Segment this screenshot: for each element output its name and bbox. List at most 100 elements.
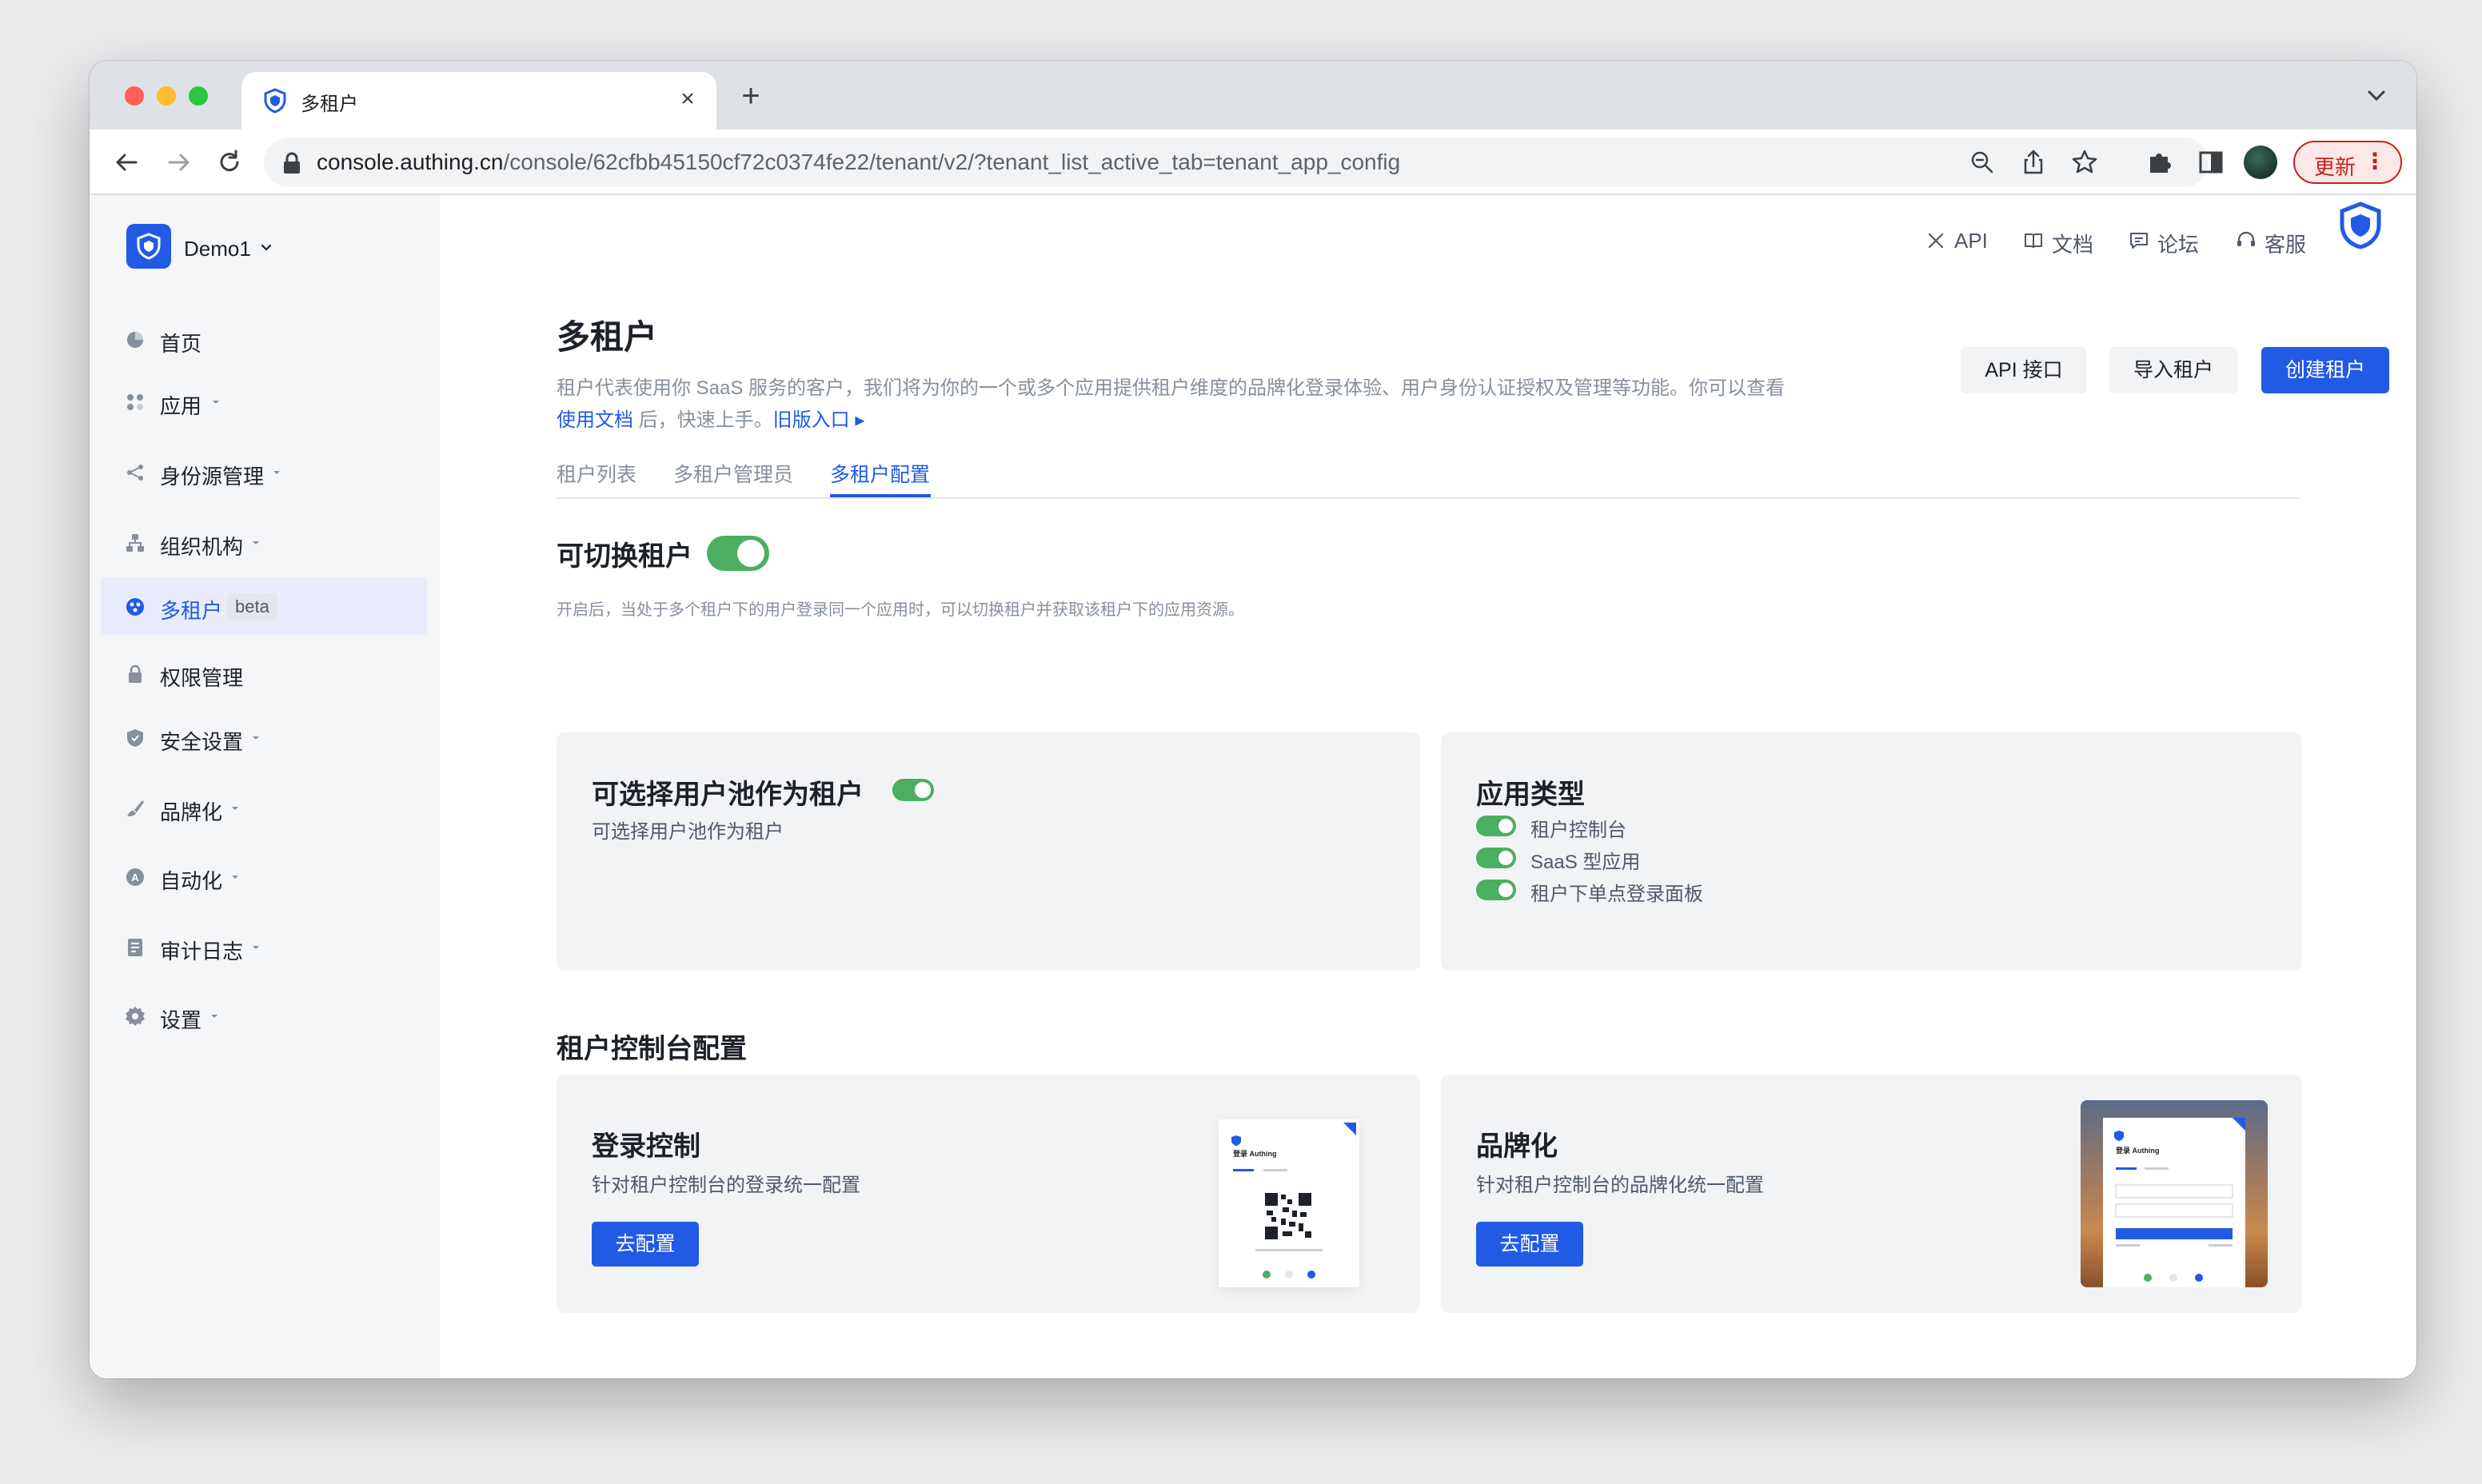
sidebar-item-identity-sources[interactable]: 身份源管理 bbox=[101, 443, 427, 501]
brush-icon bbox=[127, 800, 144, 816]
sidebar-item-organization[interactable]: 组织机构 bbox=[101, 513, 427, 571]
close-window-button[interactable] bbox=[125, 86, 144, 106]
browser-window: 多租户 × + console.authing.cn/console/62cfb… bbox=[90, 61, 2416, 1378]
caret-down-icon bbox=[253, 541, 259, 545]
update-browser-button[interactable]: 更新 ⋮ bbox=[2293, 141, 2402, 184]
tenant-icon bbox=[126, 598, 144, 616]
authing-shield-icon bbox=[137, 233, 161, 260]
zoom-icon[interactable] bbox=[1967, 147, 1997, 178]
app-root: Demo1 首页 应用 身份源管理 组织机构 多租户 beta 权限管理 安全设… bbox=[90, 195, 2416, 1378]
browser-toolbar: console.authing.cn/console/62cfbb45150cf… bbox=[90, 130, 2416, 195]
forward-arrow-icon[interactable] bbox=[160, 144, 197, 181]
userpool-card: 可选择用户池作为租户 可选择用户池作为租户 bbox=[557, 732, 1420, 971]
sidebar-item-audit-log[interactable]: 审计日志 bbox=[101, 918, 427, 975]
card-title: 品牌化 bbox=[1476, 1131, 1558, 1162]
active-tab-indicator bbox=[830, 494, 931, 497]
close-tab-icon[interactable]: × bbox=[672, 83, 704, 115]
tab-tenant-admins[interactable]: 多租户管理员 bbox=[673, 459, 793, 488]
authing-shield-icon bbox=[264, 88, 286, 114]
caret-down-icon bbox=[211, 1015, 217, 1018]
tab-tenant-list[interactable]: 租户列表 bbox=[557, 459, 636, 488]
login-preview-image: 登录 Authing bbox=[1219, 1119, 1359, 1287]
switchable-tenant-title: 可切换租户 bbox=[557, 541, 692, 572]
side-panel-icon[interactable] bbox=[2194, 146, 2228, 179]
bookmark-star-icon[interactable] bbox=[2069, 147, 2100, 178]
userpool-toggle[interactable] bbox=[892, 779, 934, 801]
sidebar-item-automation[interactable]: A 自动化 bbox=[101, 848, 427, 905]
caret-down-icon bbox=[273, 471, 280, 474]
app-logo[interactable] bbox=[126, 224, 171, 269]
caret-down-icon bbox=[232, 876, 238, 879]
docs-link[interactable]: 使用文档 bbox=[557, 409, 633, 431]
console-config-title: 租户控制台配置 bbox=[557, 1034, 747, 1064]
qr-login-preview: 登录 Authing bbox=[1231, 1123, 1356, 1279]
reload-icon[interactable] bbox=[211, 144, 248, 181]
chevron-down-icon[interactable] bbox=[2359, 78, 2394, 114]
tab-tenant-config[interactable]: 多租户配置 bbox=[830, 459, 930, 488]
org-tree-icon bbox=[126, 534, 144, 552]
page-description: 租户代表使用你 SaaS 服务的客户，我们将为你的一个或多个应用提供租户维度的品… bbox=[557, 377, 1786, 431]
option-toggle[interactable] bbox=[1476, 816, 1516, 836]
card-subtitle: 针对租户控制台的登录统一配置 bbox=[592, 1175, 860, 1196]
zoom-window-button[interactable] bbox=[189, 86, 208, 106]
login-control-card: 登录控制 针对租户控制台的登录统一配置 去配置 登录 Authing bbox=[557, 1075, 1420, 1313]
card-title: 可选择用户池作为租户 bbox=[592, 780, 864, 810]
address-bar[interactable]: console.authing.cn/console/62cfbb45150cf… bbox=[264, 138, 2209, 187]
svg-text:A: A bbox=[131, 872, 139, 884]
caret-down-icon bbox=[253, 736, 259, 740]
pie-chart-icon bbox=[127, 332, 143, 348]
branding-preview-image: 登录 Authing bbox=[2081, 1100, 2268, 1287]
chevron-down-icon[interactable] bbox=[257, 238, 275, 256]
branded-login-preview: 登录 Authing bbox=[2103, 1118, 2245, 1287]
workspace-name[interactable]: Demo1 bbox=[184, 237, 251, 261]
sidebar: Demo1 首页 应用 身份源管理 组织机构 多租户 beta 权限管理 安全设… bbox=[90, 195, 440, 1378]
create-tenant-button[interactable]: 创建租户 bbox=[2261, 347, 2389, 393]
switchable-tenant-hint: 开启后，当处于多个租户下的用户登录同一个应用时，可以切换租户并获取该租户下的应用… bbox=[557, 601, 1244, 619]
lock-icon bbox=[129, 664, 142, 683]
extensions-puzzle-icon[interactable] bbox=[2143, 146, 2177, 179]
sidebar-item-home[interactable]: 首页 bbox=[101, 310, 427, 368]
card-title: 登录控制 bbox=[592, 1131, 700, 1162]
sidebar-item-multi-tenant[interactable]: 多租户 beta bbox=[101, 577, 427, 635]
caret-down-icon bbox=[213, 401, 219, 404]
switchable-tenant-toggle[interactable] bbox=[707, 536, 769, 571]
new-tab-button[interactable]: + bbox=[731, 77, 771, 117]
branding-card: 品牌化 针对租户控制台的品牌化统一配置 去配置 登录 Authing bbox=[1441, 1075, 2301, 1313]
svg-text:登录 Authing: 登录 Authing bbox=[1232, 1149, 1277, 1158]
sidebar-item-security[interactable]: 安全设置 bbox=[101, 708, 427, 766]
minimize-window-button[interactable] bbox=[157, 86, 176, 106]
card-subtitle: 可选择用户池作为租户 bbox=[592, 821, 784, 843]
svg-text:登录 Authing: 登录 Authing bbox=[2115, 1146, 2160, 1155]
share-nodes-icon bbox=[127, 465, 143, 481]
sidebar-item-settings[interactable]: 设置 bbox=[101, 987, 427, 1044]
back-arrow-icon[interactable] bbox=[109, 144, 146, 181]
beta-badge: beta bbox=[227, 593, 277, 620]
card-subtitle: 针对租户控制台的品牌化统一配置 bbox=[1476, 1175, 1764, 1196]
legacy-entry-link[interactable]: 旧版入口 ▸ bbox=[773, 409, 865, 431]
gear-icon bbox=[126, 1007, 145, 1026]
card-title: 应用类型 bbox=[1476, 780, 1585, 810]
app-type-card: 应用类型 租户控制台 SaaS 型应用 租户下单点登录面板 bbox=[1441, 732, 2301, 971]
log-icon bbox=[128, 939, 142, 956]
option-toggle[interactable] bbox=[1476, 848, 1516, 868]
apps-grid-icon bbox=[127, 394, 143, 410]
more-vertical-icon: ⋮ bbox=[2364, 149, 2386, 174]
profile-avatar[interactable] bbox=[2244, 146, 2277, 179]
caret-down-icon bbox=[253, 946, 259, 949]
main-content: 多租户 租户代表使用你 SaaS 服务的客户，我们将为你的一个或多个应用提供租户… bbox=[440, 195, 2416, 1378]
sidebar-item-apps[interactable]: 应用 bbox=[101, 373, 427, 430]
import-tenant-button[interactable]: 导入租户 bbox=[2109, 347, 2237, 393]
api-interface-button[interactable]: API 接口 bbox=[1961, 347, 2087, 393]
caret-down-icon bbox=[232, 807, 238, 810]
browser-tab[interactable]: 多租户 × bbox=[241, 72, 716, 130]
sidebar-item-branding[interactable]: 品牌化 bbox=[101, 779, 427, 836]
login-configure-button[interactable]: 去配置 bbox=[592, 1222, 699, 1267]
automation-icon: A bbox=[126, 868, 144, 886]
shield-check-icon bbox=[127, 729, 143, 747]
lock-icon bbox=[284, 152, 300, 174]
share-icon[interactable] bbox=[2018, 147, 2049, 178]
option-toggle[interactable] bbox=[1476, 880, 1516, 900]
sidebar-item-permissions[interactable]: 权限管理 bbox=[101, 644, 427, 702]
tab-title: 多租户 bbox=[301, 94, 358, 115]
branding-configure-button[interactable]: 去配置 bbox=[1476, 1222, 1583, 1267]
